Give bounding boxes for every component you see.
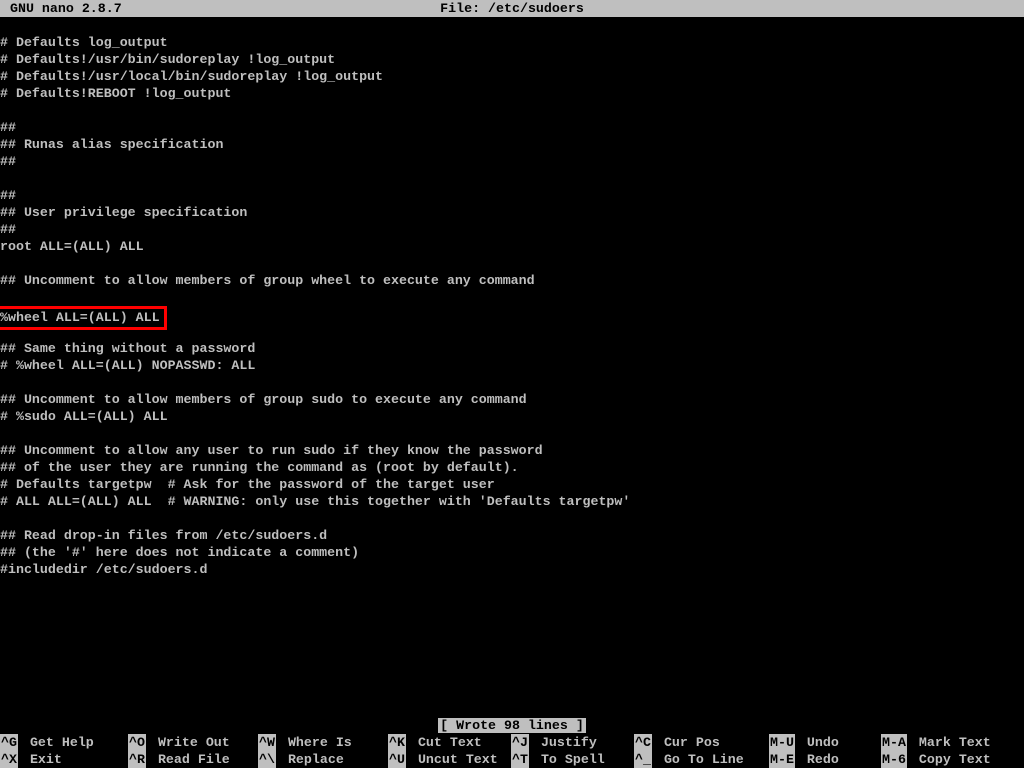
shortcut-item: ^J Justify	[511, 734, 634, 751]
editor-line[interactable]: ##	[0, 119, 1024, 136]
shortcut-item: ^\ Replace	[258, 751, 388, 768]
shortcut-item: ^C Cur Pos	[634, 734, 769, 751]
editor-line[interactable]: ## (the '#' here does not indicate a com…	[0, 544, 1024, 561]
editor-line[interactable]	[0, 170, 1024, 187]
highlighted-line: %wheel ALL=(ALL) ALL	[0, 306, 167, 330]
status-bar-wrap: [ Wrote 98 lines ]	[0, 717, 1024, 734]
editor-line[interactable]: ## Uncomment to allow any user to run su…	[0, 442, 1024, 459]
shortcut-item: ^U Uncut Text	[388, 751, 511, 768]
shortcut-label: Undo	[799, 734, 839, 751]
editor-line[interactable]: root ALL=(ALL) ALL	[0, 238, 1024, 255]
shortcut-key: ^U	[388, 751, 406, 768]
file-name: File: /etc/sudoers	[0, 0, 1024, 17]
shortcut-key: ^O	[128, 734, 146, 751]
shortcut-label: Go To Line	[656, 751, 744, 768]
editor-line[interactable]	[0, 374, 1024, 391]
shortcut-key: M-A	[881, 734, 907, 751]
shortcut-item: ^_ Go To Line	[634, 751, 769, 768]
editor-line[interactable]	[0, 102, 1024, 119]
editor-line[interactable]: %wheel ALL=(ALL) ALL	[0, 306, 1024, 323]
editor-line[interactable]	[0, 425, 1024, 442]
shortcut-item: ^O Write Out	[128, 734, 258, 751]
editor-line[interactable]: # Defaults!/usr/bin/sudoreplay !log_outp…	[0, 51, 1024, 68]
shortcut-key: ^K	[388, 734, 406, 751]
shortcut-key: ^X	[0, 751, 18, 768]
editor-content[interactable]: # Defaults log_output# Defaults!/usr/bin…	[0, 17, 1024, 578]
shortcut-label: Cut Text	[410, 734, 482, 751]
shortcut-key: ^_	[634, 751, 652, 768]
shortcut-row-1: ^G Get Help^O Write Out^W Where Is^K Cut…	[0, 734, 1024, 751]
shortcut-label: Justify	[533, 734, 597, 751]
shortcut-key: ^R	[128, 751, 146, 768]
shortcut-item: M-U Undo	[769, 734, 881, 751]
shortcut-label: Mark Text	[911, 734, 991, 751]
shortcut-bar: ^G Get Help^O Write Out^W Where Is^K Cut…	[0, 734, 1024, 768]
shortcut-key: ^T	[511, 751, 529, 768]
shortcut-label: To Spell	[533, 751, 605, 768]
editor-line[interactable]: ## Runas alias specification	[0, 136, 1024, 153]
editor-line[interactable]	[0, 510, 1024, 527]
editor-line[interactable]	[0, 17, 1024, 34]
shortcut-item: ^K Cut Text	[388, 734, 511, 751]
shortcut-item: M-6 Copy Text	[881, 751, 1021, 768]
editor-line[interactable]: ##	[0, 153, 1024, 170]
shortcut-label: Exit	[22, 751, 62, 768]
editor-line[interactable]: ## Uncomment to allow members of group s…	[0, 391, 1024, 408]
editor-line[interactable]: ## Read drop-in files from /etc/sudoers.…	[0, 527, 1024, 544]
editor-line[interactable]: # Defaults!/usr/local/bin/sudoreplay !lo…	[0, 68, 1024, 85]
editor-line[interactable]: # Defaults!REBOOT !log_output	[0, 85, 1024, 102]
editor-line[interactable]: ##	[0, 187, 1024, 204]
status-bar: [ Wrote 98 lines ]	[438, 718, 586, 733]
editor-line[interactable]: # %wheel ALL=(ALL) NOPASSWD: ALL	[0, 357, 1024, 374]
shortcut-key: ^W	[258, 734, 276, 751]
shortcut-label: Copy Text	[911, 751, 991, 768]
shortcut-item: ^T To Spell	[511, 751, 634, 768]
editor-line[interactable]: # Defaults targetpw # Ask for the passwo…	[0, 476, 1024, 493]
shortcut-label: Get Help	[22, 734, 94, 751]
shortcut-label: Read File	[150, 751, 230, 768]
shortcut-item: M-E Redo	[769, 751, 881, 768]
editor-line[interactable]	[0, 289, 1024, 306]
shortcut-label: Cur Pos	[656, 734, 720, 751]
editor-line[interactable]: # ALL ALL=(ALL) ALL # WARNING: only use …	[0, 493, 1024, 510]
shortcut-key: M-U	[769, 734, 795, 751]
editor-line[interactable]: ## User privilege specification	[0, 204, 1024, 221]
editor-line[interactable]: ##	[0, 221, 1024, 238]
shortcut-item: ^W Where Is	[258, 734, 388, 751]
shortcut-row-2: ^X Exit^R Read File^\ Replace^U Uncut Te…	[0, 751, 1024, 768]
shortcut-key: ^\	[258, 751, 276, 768]
editor-line[interactable]: # %sudo ALL=(ALL) ALL	[0, 408, 1024, 425]
editor-line[interactable]	[0, 255, 1024, 272]
editor-line[interactable]: ## of the user they are running the comm…	[0, 459, 1024, 476]
shortcut-item: ^G Get Help	[0, 734, 128, 751]
shortcut-key: ^C	[634, 734, 652, 751]
shortcut-key: M-E	[769, 751, 795, 768]
editor-line[interactable]: ## Same thing without a password	[0, 340, 1024, 357]
shortcut-item: ^X Exit	[0, 751, 128, 768]
app-name: GNU nano 2.8.7	[10, 0, 122, 17]
shortcut-label: Redo	[799, 751, 839, 768]
shortcut-label: Uncut Text	[410, 751, 498, 768]
shortcut-key: M-6	[881, 751, 907, 768]
shortcut-key: ^G	[0, 734, 18, 751]
editor-line[interactable]: # Defaults log_output	[0, 34, 1024, 51]
shortcut-label: Where Is	[280, 734, 352, 751]
shortcut-label: Write Out	[150, 734, 230, 751]
shortcut-item: M-A Mark Text	[881, 734, 1021, 751]
editor-line[interactable]: ## Uncomment to allow members of group w…	[0, 272, 1024, 289]
shortcut-item: ^R Read File	[128, 751, 258, 768]
editor-line[interactable]: #includedir /etc/sudoers.d	[0, 561, 1024, 578]
titlebar: GNU nano 2.8.7 File: /etc/sudoers	[0, 0, 1024, 17]
shortcut-key: ^J	[511, 734, 529, 751]
shortcut-label: Replace	[280, 751, 344, 768]
